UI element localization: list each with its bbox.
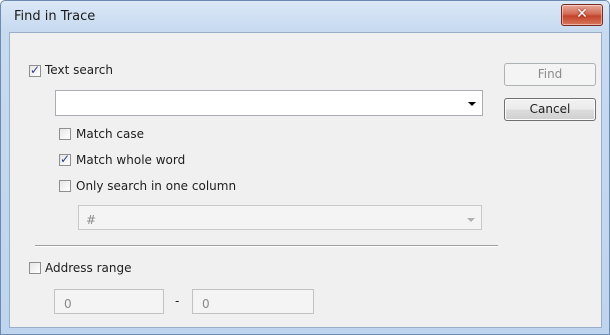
address-from-field[interactable]: 0: [54, 289, 164, 314]
close-button[interactable]: ✕: [561, 4, 603, 26]
match-whole-word-checkbox[interactable]: [59, 152, 71, 166]
title-bar[interactable]: Find in Trace ✕: [1, 1, 609, 33]
address-range-checkbox[interactable]: [29, 262, 41, 274]
chevron-down-icon[interactable]: [468, 102, 476, 106]
dialog-client-area: Text search Match case Match whole word …: [9, 32, 602, 328]
column-select-value: #: [86, 213, 97, 227]
address-to-value: 0: [202, 297, 210, 311]
address-range-label[interactable]: Address range: [45, 261, 132, 275]
address-from-value: 0: [64, 297, 72, 311]
find-dialog-window: Find in Trace ✕ Text search Match case M…: [0, 0, 610, 335]
address-to-field[interactable]: 0: [192, 289, 314, 314]
find-button[interactable]: Find: [504, 63, 596, 86]
window-title: Find in Trace: [14, 9, 96, 24]
cancel-button[interactable]: Cancel: [504, 98, 596, 121]
chevron-down-icon[interactable]: [467, 218, 475, 222]
one-column-label[interactable]: Only search in one column: [76, 179, 236, 193]
match-whole-word-label[interactable]: Match whole word: [76, 153, 185, 167]
match-case-label[interactable]: Match case: [76, 127, 144, 141]
search-text-combobox[interactable]: [55, 90, 483, 116]
text-search-checkbox[interactable]: [29, 63, 41, 77]
separator: [35, 245, 498, 247]
column-select[interactable]: #: [78, 205, 482, 230]
one-column-checkbox[interactable]: [59, 180, 71, 192]
match-case-checkbox[interactable]: [59, 128, 71, 140]
range-separator: -: [175, 294, 180, 308]
text-search-label[interactable]: Text search: [45, 63, 113, 77]
close-icon: ✕: [576, 6, 588, 22]
